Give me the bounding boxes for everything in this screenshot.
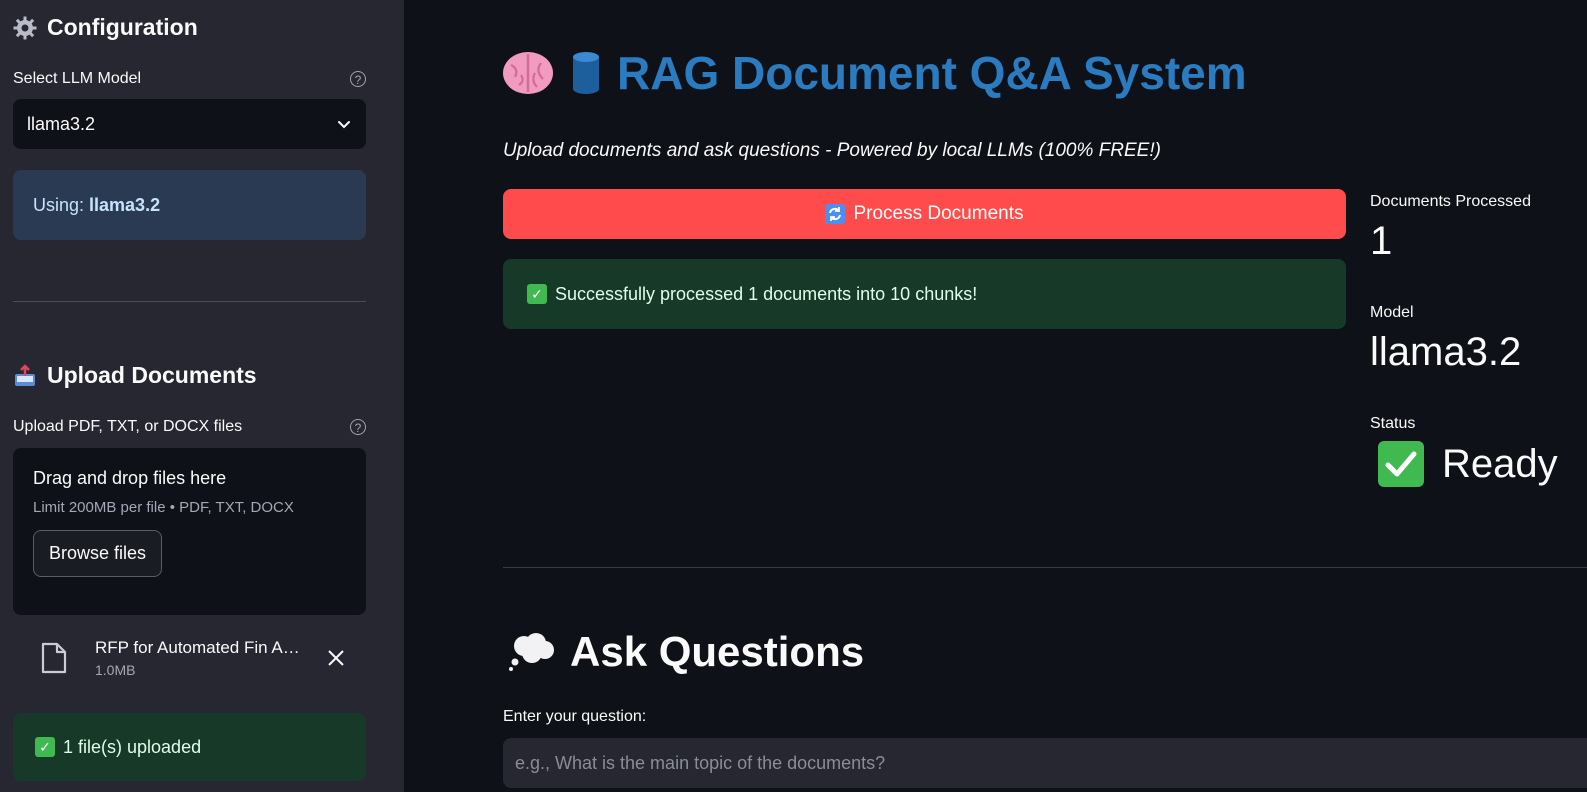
browse-files-button[interactable]: Browse files xyxy=(33,530,163,577)
model-select-value: llama3.2 xyxy=(27,113,96,134)
using-prefix: Using: xyxy=(33,194,90,215)
ask-questions-title: Ask Questions xyxy=(570,628,865,675)
metric-label: Model xyxy=(1370,304,1414,321)
upload-label-row: Upload PDF, TXT, or DOCX files ? xyxy=(13,418,366,436)
check-icon xyxy=(1378,441,1424,487)
dropzone-title: Drag and drop files here xyxy=(33,468,227,488)
process-button-label: Process Documents xyxy=(853,203,1024,224)
thought-bubble-icon xyxy=(508,632,556,672)
upload-label: Upload PDF, TXT, or DOCX files xyxy=(13,418,243,435)
dropzone-limit: Limit 200MB per file • PDF, TXT, DOCX xyxy=(33,499,294,516)
check-icon: ✓ xyxy=(527,284,547,304)
config-title: Configuration xyxy=(47,14,198,40)
uploaded-file-item: RFP for Automated Fin A… 1.0MB xyxy=(13,628,366,688)
config-header: Configuration xyxy=(13,14,366,41)
question-label: Enter your question: xyxy=(503,708,647,725)
metric-label: Status xyxy=(1370,415,1416,432)
page-title-row: RAG Document Q&A System xyxy=(501,46,1247,100)
ask-questions-header: Ask Questions xyxy=(508,628,864,676)
file-icon xyxy=(41,642,67,674)
upload-status-text: 1 file(s) uploaded xyxy=(63,736,202,757)
sidebar-divider xyxy=(13,301,366,302)
process-documents-button[interactable]: Process Documents xyxy=(503,189,1346,239)
chevron-down-icon xyxy=(336,116,352,132)
metric-value: llama3.2 xyxy=(1370,330,1522,374)
close-icon[interactable] xyxy=(327,649,345,667)
sidebar: Configuration Select LLM Model ? llama3.… xyxy=(0,0,404,792)
main-divider xyxy=(503,567,1587,568)
metric-status: Status Ready xyxy=(1370,415,1558,487)
metric-label: Documents Processed xyxy=(1370,193,1531,210)
check-icon: ✓ xyxy=(35,737,55,757)
refresh-icon xyxy=(825,204,846,224)
help-icon[interactable]: ? xyxy=(350,419,366,435)
metric-value: Ready xyxy=(1442,441,1558,486)
file-info: RFP for Automated Fin A… 1.0MB xyxy=(95,638,317,678)
metric-status-value-row: Ready xyxy=(1378,441,1558,487)
metric-documents: Documents Processed 1 xyxy=(1370,193,1531,264)
metric-model: Model llama3.2 xyxy=(1370,304,1521,375)
database-icon xyxy=(571,51,601,95)
help-icon[interactable]: ? xyxy=(350,71,366,87)
gear-icon xyxy=(13,16,37,40)
file-name: RFP for Automated Fin A… xyxy=(95,638,300,657)
question-input[interactable] xyxy=(503,738,1587,788)
upload-title: Upload Documents xyxy=(47,362,257,388)
model-label: Select LLM Model xyxy=(13,70,142,87)
model-select[interactable]: llama3.2 xyxy=(13,99,366,149)
page-title: RAG Document Q&A System xyxy=(617,47,1247,99)
brain-icon xyxy=(501,49,555,97)
main-content: RAG Document Q&A System Upload documents… xyxy=(404,0,1587,792)
upload-success-alert: ✓ 1 file(s) uploaded xyxy=(13,713,366,781)
process-success-alert: ✓ Successfully processed 1 documents int… xyxy=(503,259,1346,329)
model-label-row: Select LLM Model ? xyxy=(13,70,366,88)
file-size: 1.0MB xyxy=(95,662,136,678)
inbox-tray-icon xyxy=(13,363,37,388)
file-dropzone[interactable]: Drag and drop files here Limit 200MB per… xyxy=(13,448,366,615)
upload-header: Upload Documents xyxy=(13,362,366,389)
using-model-info: Using: llama3.2 xyxy=(13,170,366,240)
process-success-text: Successfully processed 1 documents into … xyxy=(555,283,978,304)
metric-value: 1 xyxy=(1370,219,1393,263)
using-model-name: llama3.2 xyxy=(89,194,161,215)
page-subtitle: Upload documents and ask questions - Pow… xyxy=(503,140,1161,161)
